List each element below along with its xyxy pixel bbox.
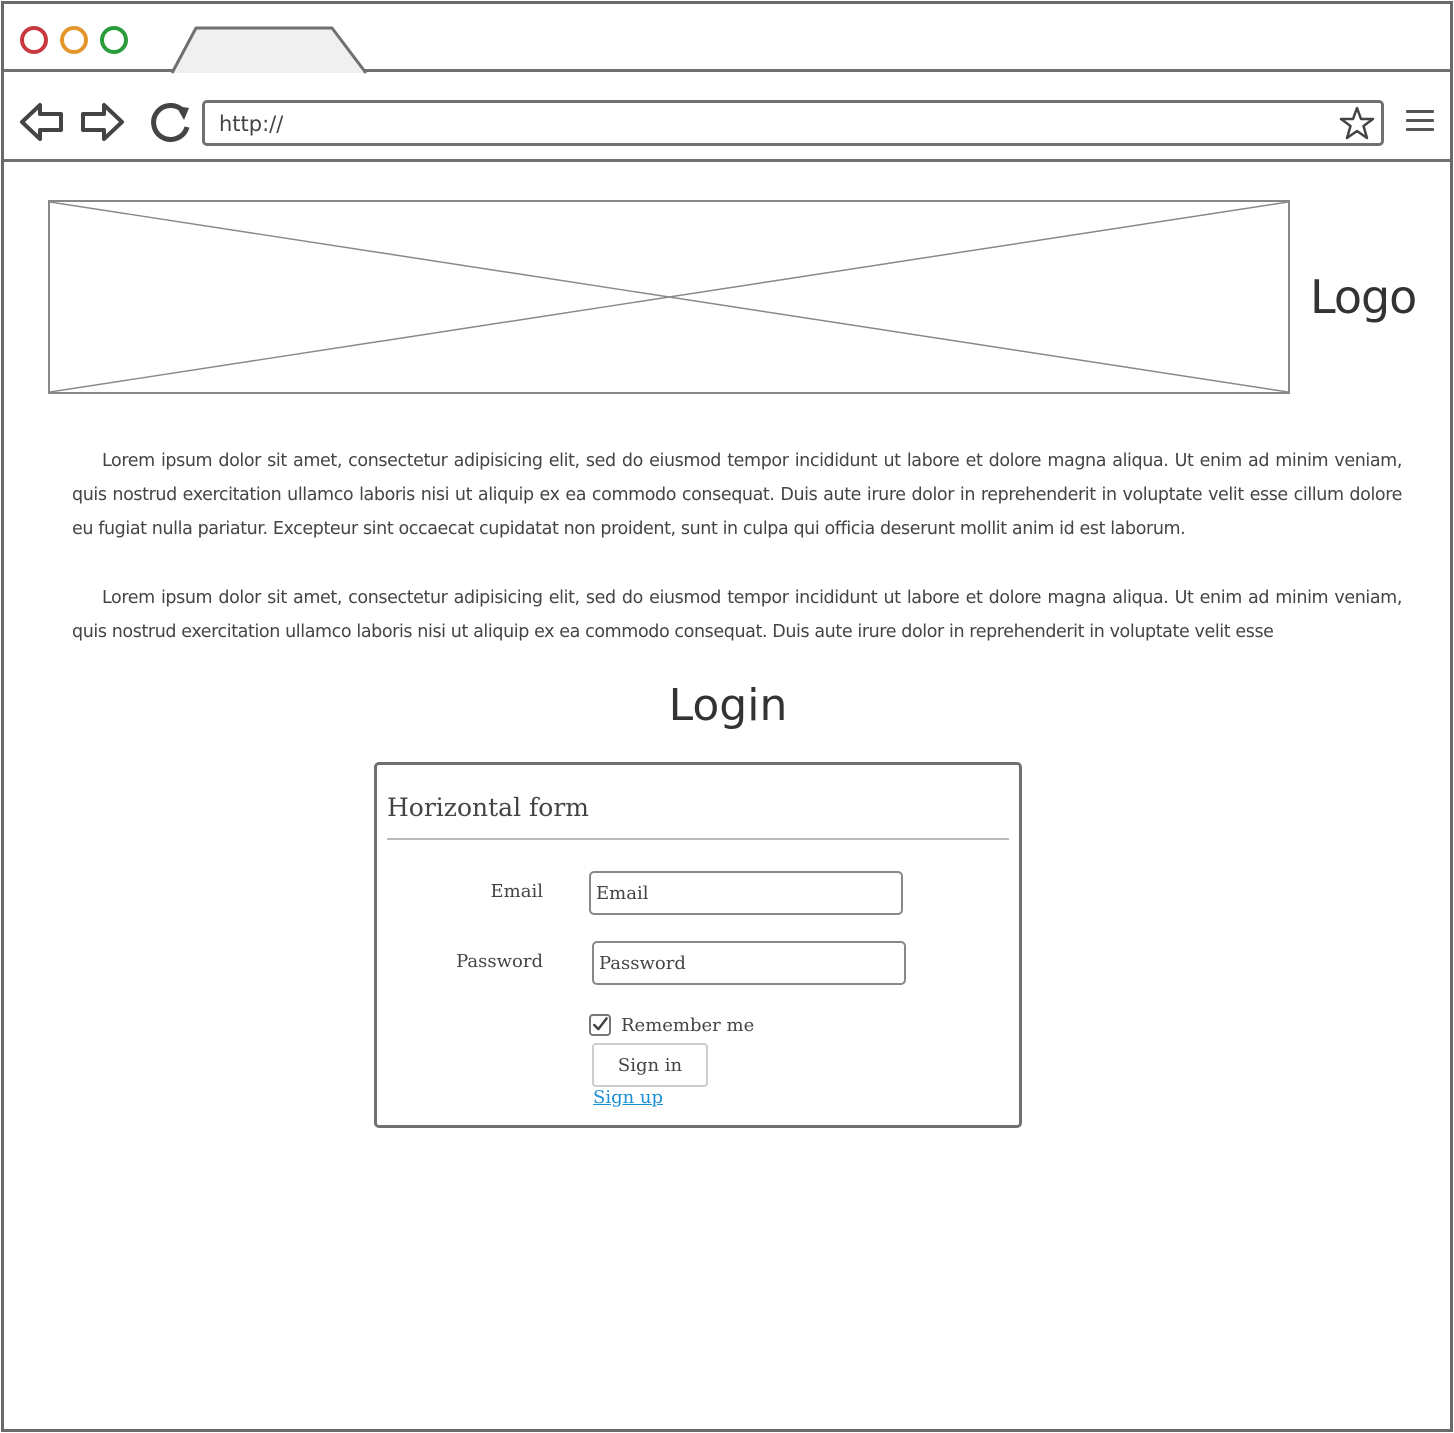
browser-tab[interactable] (170, 24, 370, 74)
sign-in-button[interactable]: Sign in (592, 1043, 708, 1087)
maximize-window-icon[interactable] (100, 26, 128, 54)
remember-me-row[interactable]: Remember me (589, 1013, 754, 1037)
password-field[interactable] (592, 941, 906, 985)
forward-arrow-icon[interactable] (78, 100, 126, 144)
body-paragraph: Lorem ipsum dolor sit amet, consectetur … (72, 588, 1402, 642)
browser-navbar: http:// (4, 72, 1450, 162)
browser-titlebar (4, 4, 1450, 74)
email-label: Email (490, 881, 543, 902)
form-divider (387, 838, 1009, 840)
browser-window: http:// Logo Lorem ipsum dolor sit amet,… (1, 1, 1453, 1432)
login-form-panel: Horizontal form Email Password Remember … (374, 762, 1022, 1128)
password-label: Password (456, 951, 543, 972)
star-icon[interactable] (1339, 105, 1375, 141)
image-placeholder (48, 200, 1290, 394)
minimize-window-icon[interactable] (60, 26, 88, 54)
remember-me-label: Remember me (621, 1014, 755, 1036)
sign-up-link[interactable]: Sign up (593, 1087, 663, 1108)
login-title: Login (668, 680, 788, 731)
logo-text: Logo (1310, 270, 1417, 324)
reload-icon[interactable] (146, 100, 194, 144)
email-field[interactable] (589, 871, 903, 915)
checkbox-checked-icon[interactable] (589, 1014, 611, 1036)
url-text[interactable]: http:// (219, 112, 283, 136)
hamburger-menu-icon[interactable] (1406, 110, 1434, 134)
close-window-icon[interactable] (20, 26, 48, 54)
back-arrow-icon[interactable] (18, 100, 66, 144)
body-paragraph: Lorem ipsum dolor sit amet, consectetur … (72, 451, 1402, 539)
form-heading: Horizontal form (387, 793, 589, 822)
address-bar[interactable]: http:// (202, 100, 1384, 146)
